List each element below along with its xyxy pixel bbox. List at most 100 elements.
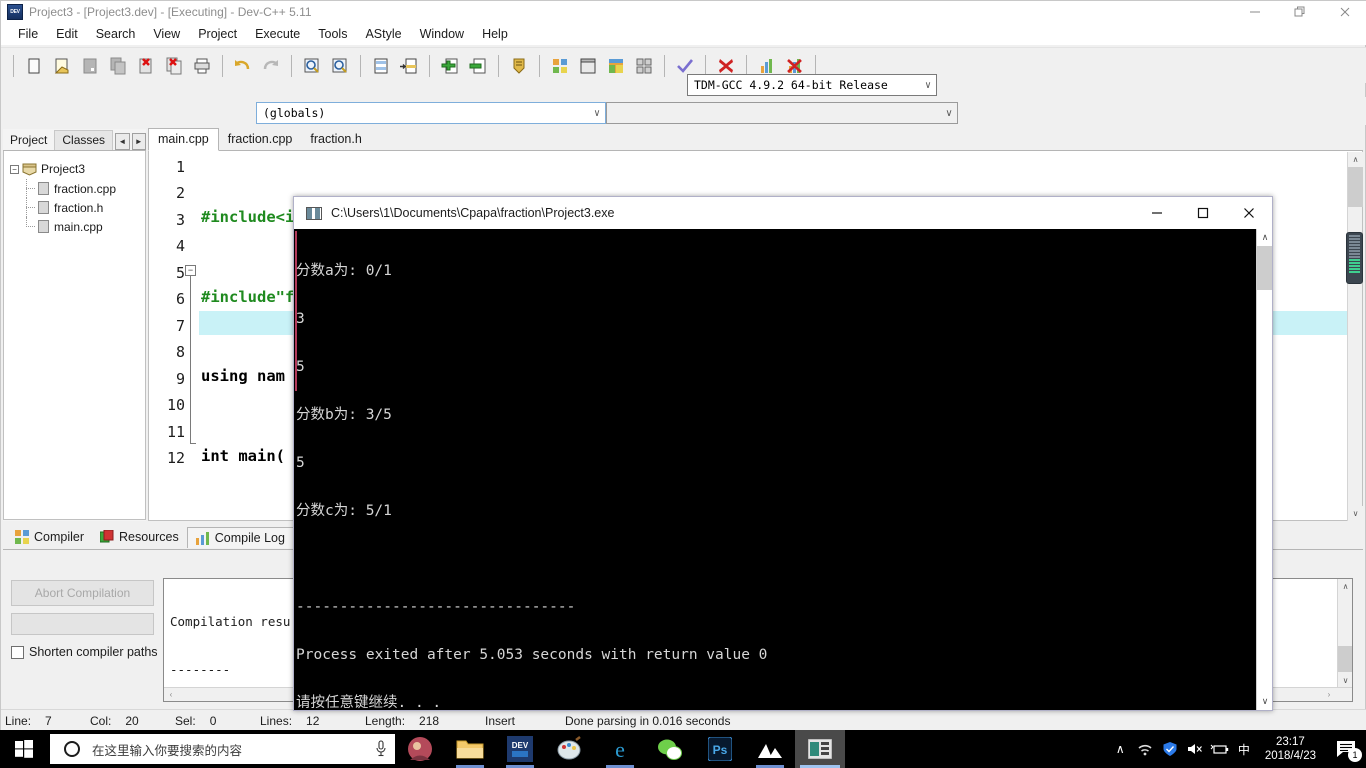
abort-compilation-button[interactable]: Abort Compilation [11, 580, 154, 606]
console-close-button[interactable] [1226, 197, 1272, 229]
scrollbar-thumb[interactable] [1348, 167, 1363, 207]
taskbar-app-paint[interactable] [545, 730, 595, 768]
scope-select[interactable]: (globals) ∨ [256, 102, 606, 124]
compiler-select[interactable]: TDM-GCC 4.9.2 64-bit Release ∨ [687, 74, 937, 96]
run-icon[interactable] [575, 53, 601, 79]
tab-compiler[interactable]: Compiler [7, 527, 92, 547]
console-titlebar[interactable]: C:\Users\1\Documents\Cpapa\fraction\Proj… [294, 197, 1272, 229]
find-next-icon[interactable] [327, 53, 353, 79]
notification-center-button[interactable]: 1 [1326, 730, 1366, 768]
menu-edit[interactable]: Edit [47, 25, 87, 43]
taskbar-app-photo[interactable] [395, 730, 445, 768]
menu-astyle[interactable]: AStyle [356, 25, 410, 43]
compile-icon[interactable] [547, 53, 573, 79]
chevron-down-icon[interactable]: ∨ [589, 103, 605, 123]
scroll-up-icon[interactable]: ∧ [1338, 579, 1352, 594]
tray-chevron-up-icon[interactable]: ∧ [1108, 730, 1133, 768]
scroll-right-icon[interactable]: › [1322, 688, 1336, 701]
tab-main-cpp[interactable]: main.cpp [148, 128, 219, 151]
redo-icon[interactable] [258, 53, 284, 79]
clock[interactable]: 23:17 2018/4/23 [1255, 735, 1326, 763]
tab-fraction-cpp[interactable]: fraction.cpp [218, 129, 302, 150]
wifi-icon[interactable] [1133, 730, 1158, 768]
tab-classes[interactable]: Classes [54, 130, 114, 150]
open-file-icon[interactable] [49, 53, 75, 79]
microphone-icon[interactable] [367, 740, 395, 758]
menu-tools[interactable]: Tools [309, 25, 356, 43]
console-output-area[interactable]: 分数a为: 0/1 3 5 分数b为: 3/5 5 分数c为: 5/1 ----… [294, 229, 1272, 710]
tree-expander-icon[interactable]: − [10, 164, 19, 174]
menu-window[interactable]: Window [411, 25, 473, 43]
taskbar-app-photos[interactable] [745, 730, 795, 768]
save-all-icon[interactable] [105, 53, 131, 79]
shorten-compiler-paths-checkbox[interactable] [11, 645, 24, 659]
menu-help[interactable]: Help [473, 25, 517, 43]
taskbar-app-console[interactable] [795, 730, 845, 768]
taskbar-app-wechat[interactable] [645, 730, 695, 768]
project-options-icon[interactable] [506, 53, 532, 79]
console-vertical-scrollbar[interactable]: ∧ ∨ [1256, 229, 1272, 710]
close-button[interactable] [1322, 1, 1366, 23]
tree-node-fraction-h[interactable]: fraction.h [4, 198, 145, 217]
code-fold-toggle-icon[interactable]: − [185, 265, 196, 276]
memory-gauge-gadget[interactable] [1346, 232, 1363, 284]
new-file-icon[interactable] [21, 53, 47, 79]
scroll-up-icon[interactable]: ∧ [1348, 152, 1363, 167]
ime-icon[interactable]: 中 [1233, 730, 1255, 768]
console-maximize-button[interactable] [1180, 197, 1226, 229]
menu-view[interactable]: View [144, 25, 189, 43]
battery-icon[interactable] [1208, 730, 1233, 768]
save-file-icon[interactable] [77, 53, 103, 79]
menu-search[interactable]: Search [87, 25, 145, 43]
tab-compile-log[interactable]: Compile Log [186, 526, 294, 548]
tab-compile-log-label: Compile Log [214, 530, 285, 545]
taskbar-app-devcpp[interactable]: DEV [495, 730, 545, 768]
minimize-button[interactable] [1232, 1, 1277, 23]
rebuild-all-icon[interactable] [631, 53, 657, 79]
restore-button[interactable] [1277, 1, 1322, 23]
taskbar-app-explorer[interactable] [445, 730, 495, 768]
goto-line-icon[interactable] [396, 53, 422, 79]
close-file-icon[interactable] [133, 53, 159, 79]
menu-project[interactable]: Project [189, 25, 246, 43]
add-to-project-icon[interactable] [437, 53, 463, 79]
undo-icon[interactable] [230, 53, 256, 79]
scroll-left-icon[interactable]: ‹ [164, 688, 178, 701]
find-icon[interactable] [299, 53, 325, 79]
replace-icon[interactable] [368, 53, 394, 79]
scroll-down-icon[interactable]: ∨ [1338, 673, 1352, 688]
compile-log-vertical-scrollbar[interactable]: ∧ ∨ [1337, 579, 1352, 688]
start-icon[interactable] [0, 730, 48, 768]
scrollbar-thumb[interactable] [1257, 246, 1272, 290]
scroll-down-icon[interactable]: ∨ [1257, 693, 1272, 710]
tree-node-project3[interactable]: − Project3 [4, 159, 145, 179]
tree-node-main-cpp[interactable]: main.cpp [4, 217, 145, 236]
tab-scroll-left-icon[interactable]: ◄ [115, 133, 130, 150]
menu-file[interactable]: File [9, 25, 47, 43]
close-all-icon[interactable] [161, 53, 187, 79]
tab-scroll-right-icon[interactable]: ► [131, 133, 146, 150]
status-line-key: Line: [5, 713, 32, 728]
tab-project[interactable]: Project [3, 131, 55, 150]
editor-vertical-scrollbar[interactable]: ∧ ∨ [1347, 152, 1363, 521]
console-minimize-button[interactable] [1134, 197, 1180, 229]
compile-and-run-icon[interactable] [603, 53, 629, 79]
scroll-up-icon[interactable]: ∧ [1257, 229, 1272, 246]
search-input[interactable]: 在这里输入你要搜索的内容 [50, 734, 395, 764]
scroll-down-icon[interactable]: ∨ [1348, 506, 1363, 521]
taskbar-app-photoshop[interactable]: Ps [695, 730, 745, 768]
tab-fraction-h[interactable]: fraction.h [301, 129, 371, 150]
security-shield-icon[interactable] [1158, 730, 1183, 768]
taskbar-app-edge[interactable]: e [595, 730, 645, 768]
remove-from-project-icon[interactable] [465, 53, 491, 79]
member-select[interactable]: ∨ [606, 102, 958, 124]
tree-node-fraction-cpp[interactable]: fraction.cpp [4, 179, 145, 198]
tab-resources[interactable]: Resources [92, 527, 187, 547]
scrollbar-thumb[interactable] [1338, 646, 1352, 672]
print-icon[interactable] [189, 53, 215, 79]
chevron-down-icon[interactable]: ∨ [941, 103, 957, 123]
volume-muted-icon[interactable] [1183, 730, 1208, 768]
chevron-down-icon[interactable]: ∨ [920, 75, 936, 95]
shorten-compiler-paths-row[interactable]: Shorten compiler paths [11, 645, 158, 659]
menu-execute[interactable]: Execute [246, 25, 309, 43]
